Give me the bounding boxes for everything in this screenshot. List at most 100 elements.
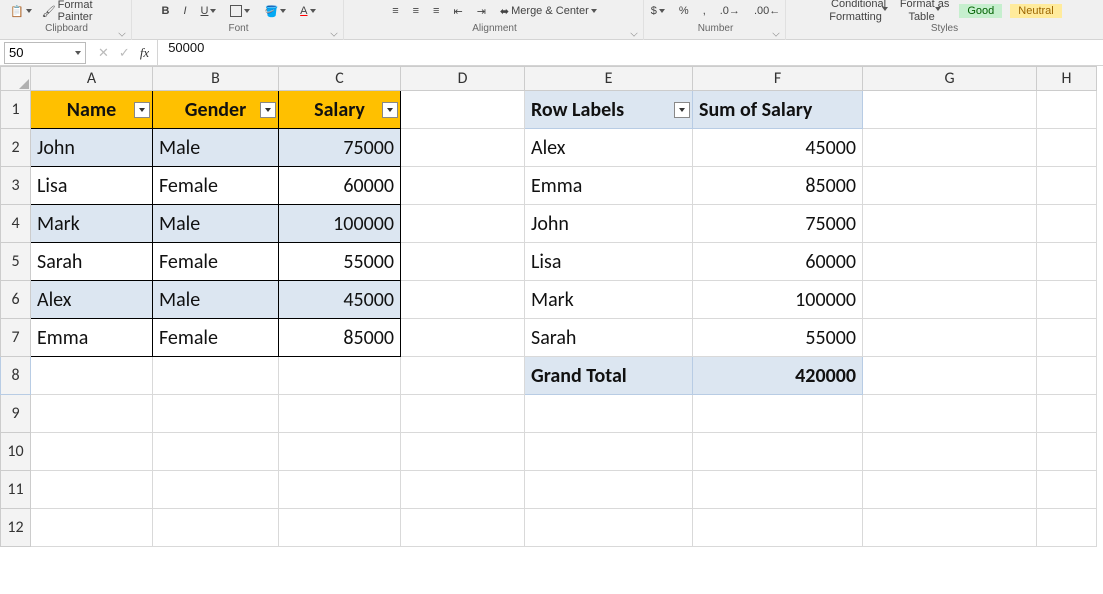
cell[interactable] [1037, 129, 1097, 167]
increase-decimal-button[interactable]: .0→ [718, 5, 742, 17]
cell[interactable] [31, 471, 153, 509]
pivot-row-label[interactable]: Mark [525, 281, 693, 319]
filter-button[interactable] [134, 102, 150, 118]
pivot-row-value[interactable]: 85000 [693, 167, 863, 205]
cell[interactable] [863, 319, 1037, 357]
indent-increase-button[interactable]: ⇥ [475, 5, 488, 18]
col-header-A[interactable]: A [31, 67, 153, 91]
cell[interactable] [1037, 433, 1097, 471]
cell[interactable] [153, 433, 279, 471]
format-as-table-button[interactable]: Format as Table [898, 0, 952, 23]
cell[interactable]: John [31, 129, 153, 167]
cell[interactable] [525, 471, 693, 509]
formula-input[interactable]: 50000 [157, 40, 1103, 65]
cell[interactable] [401, 319, 525, 357]
cell-style-neutral[interactable]: Neutral [1010, 4, 1061, 18]
cell[interactable] [1037, 281, 1097, 319]
paste-button[interactable]: 📋 [8, 5, 34, 18]
row-header[interactable]: 6 [1, 281, 31, 319]
dialog-launcher-icon[interactable] [772, 29, 779, 36]
table-header-salary[interactable]: Salary [279, 91, 401, 129]
col-header-H[interactable]: H [1037, 67, 1097, 91]
cell[interactable]: Male [153, 281, 279, 319]
dialog-launcher-icon[interactable] [118, 29, 125, 36]
pivot-row-value[interactable]: 75000 [693, 205, 863, 243]
cell[interactable] [1037, 357, 1097, 395]
currency-button[interactable]: $ [649, 5, 667, 17]
cell[interactable]: 85000 [279, 319, 401, 357]
row-header[interactable]: 3 [1, 167, 31, 205]
row-header[interactable]: 11 [1, 471, 31, 509]
cell[interactable] [1037, 319, 1097, 357]
cell[interactable] [401, 281, 525, 319]
table-header-gender[interactable]: Gender [153, 91, 279, 129]
pivot-row-value[interactable]: 100000 [693, 281, 863, 319]
cell[interactable] [1037, 243, 1097, 281]
cell[interactable]: Emma [31, 319, 153, 357]
comma-style-button[interactable]: , [701, 5, 708, 17]
align-right-button[interactable]: ≡ [431, 5, 441, 17]
cell[interactable]: 100000 [279, 205, 401, 243]
col-header-F[interactable]: F [693, 67, 863, 91]
cell[interactable]: Female [153, 319, 279, 357]
dialog-launcher-icon[interactable] [330, 29, 337, 36]
filter-button[interactable] [260, 102, 276, 118]
cell[interactable] [863, 471, 1037, 509]
dialog-launcher-icon[interactable] [630, 29, 637, 36]
cell[interactable]: Alex [31, 281, 153, 319]
cell[interactable] [863, 433, 1037, 471]
pivot-row-label[interactable]: Sarah [525, 319, 693, 357]
cell[interactable]: Lisa [31, 167, 153, 205]
format-painter-button[interactable]: 🖌 Format Painter [40, 0, 125, 23]
fx-icon[interactable]: fx [140, 45, 149, 61]
cell[interactable] [153, 357, 279, 395]
align-left-button[interactable]: ≡ [390, 5, 400, 17]
row-header[interactable]: 7 [1, 319, 31, 357]
cell[interactable] [31, 395, 153, 433]
cell[interactable]: Mark [31, 205, 153, 243]
pivot-row-label[interactable]: John [525, 205, 693, 243]
cell[interactable]: 60000 [279, 167, 401, 205]
cell[interactable] [863, 205, 1037, 243]
cell[interactable] [1037, 91, 1097, 129]
cell-style-good[interactable]: Good [959, 4, 1002, 18]
cell[interactable] [1037, 167, 1097, 205]
pivot-row-label[interactable]: Alex [525, 129, 693, 167]
cancel-icon[interactable]: ✕ [98, 45, 109, 61]
select-all-corner[interactable] [1, 67, 31, 91]
cell[interactable] [1037, 395, 1097, 433]
indent-decrease-button[interactable]: ⇤ [451, 5, 464, 18]
cell[interactable] [279, 509, 401, 547]
col-header-G[interactable]: G [863, 67, 1037, 91]
cell[interactable] [279, 433, 401, 471]
cell[interactable] [401, 243, 525, 281]
cell[interactable] [863, 91, 1037, 129]
col-header-B[interactable]: B [153, 67, 279, 91]
cell[interactable] [401, 357, 525, 395]
pivot-row-label[interactable]: Lisa [525, 243, 693, 281]
row-header[interactable]: 5 [1, 243, 31, 281]
cell[interactable] [863, 395, 1037, 433]
row-header[interactable]: 9 [1, 395, 31, 433]
cell[interactable] [693, 509, 863, 547]
cell[interactable]: 75000 [279, 129, 401, 167]
filter-button[interactable] [674, 102, 690, 118]
cell[interactable] [863, 167, 1037, 205]
align-center-button[interactable]: ≡ [411, 5, 421, 17]
table-header-name[interactable]: Name [31, 91, 153, 129]
cell[interactable] [863, 357, 1037, 395]
cell[interactable] [401, 471, 525, 509]
underline-button[interactable]: U [199, 5, 219, 17]
cell[interactable] [525, 433, 693, 471]
cell[interactable] [401, 509, 525, 547]
col-header-C[interactable]: C [279, 67, 401, 91]
cell[interactable]: 45000 [279, 281, 401, 319]
pivot-grand-total-label[interactable]: Grand Total [525, 357, 693, 395]
pivot-header-rowlabels[interactable]: Row Labels [525, 91, 693, 129]
col-header-D[interactable]: D [401, 67, 525, 91]
row-header[interactable]: 2 [1, 129, 31, 167]
filter-button[interactable] [382, 102, 398, 118]
cell[interactable] [279, 471, 401, 509]
cell[interactable] [153, 471, 279, 509]
cell[interactable] [401, 205, 525, 243]
